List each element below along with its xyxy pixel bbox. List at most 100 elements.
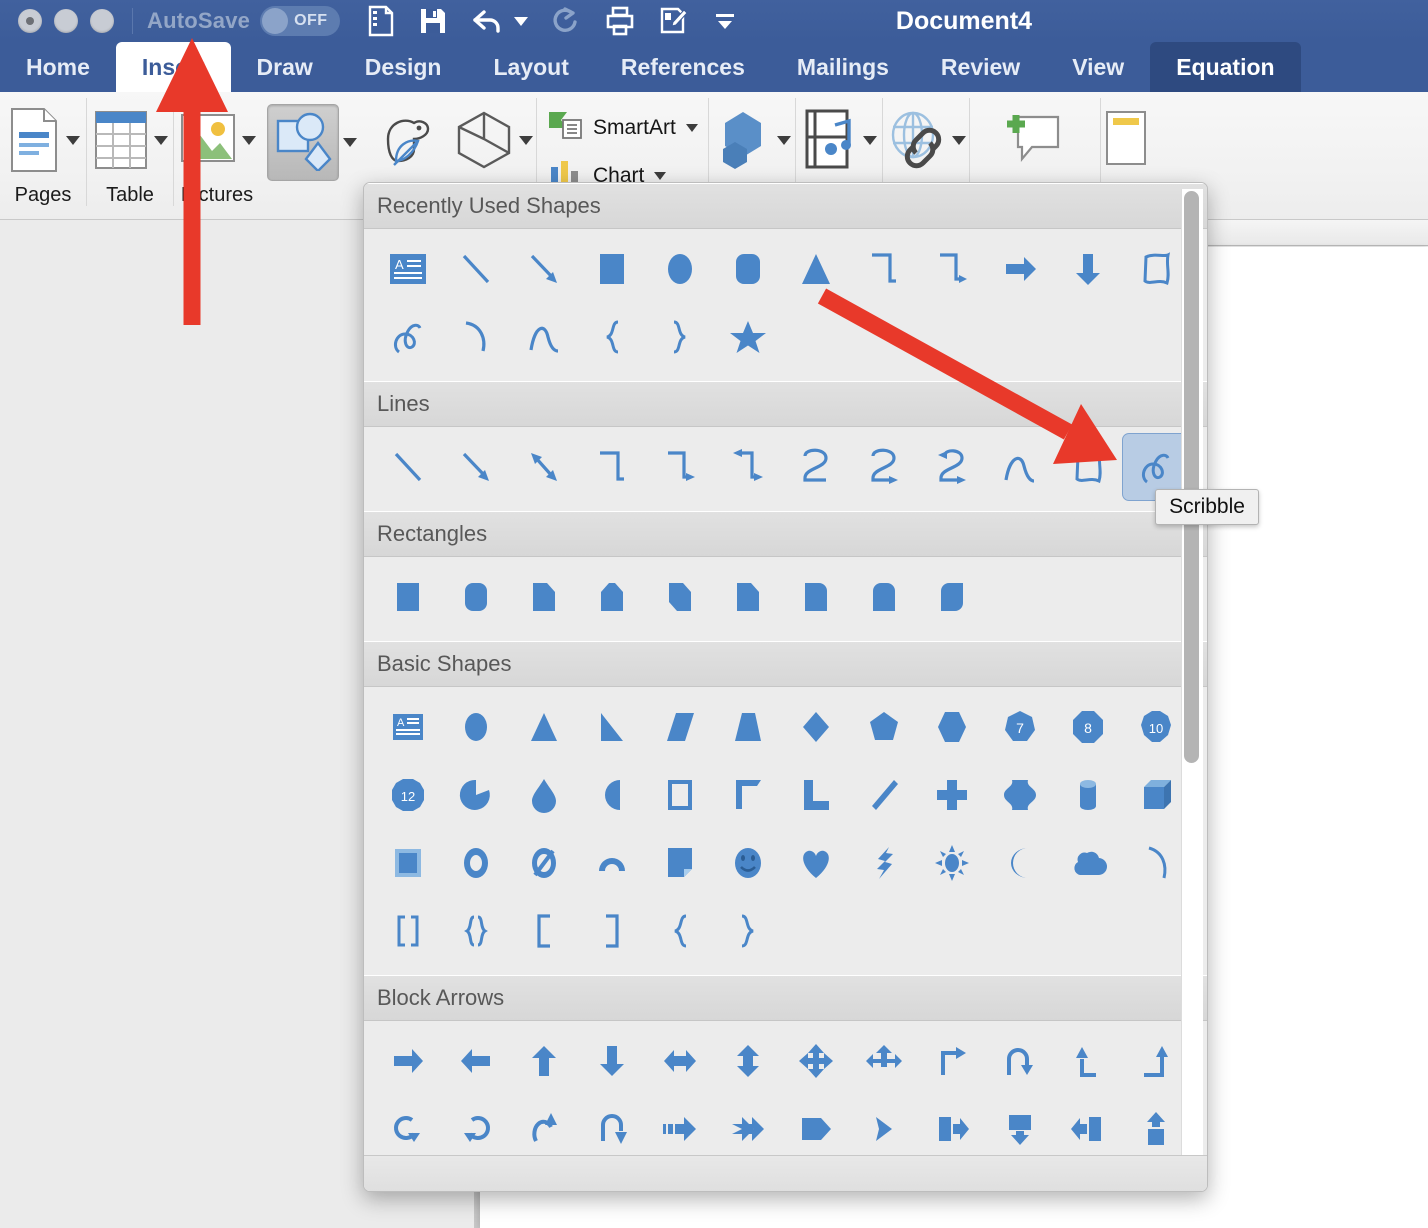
shape-cross[interactable] — [918, 761, 986, 829]
shape-left-brace[interactable] — [578, 303, 646, 371]
shape-bent-arrow-up[interactable] — [918, 1027, 986, 1095]
shape-hexagon[interactable] — [918, 693, 986, 761]
shape-pentagon[interactable] — [850, 693, 918, 761]
pages-dropdown-caret[interactable] — [66, 135, 80, 145]
shape-pie[interactable] — [442, 761, 510, 829]
panel-scrollbar-thumb[interactable] — [1184, 191, 1199, 763]
shape-donut[interactable] — [442, 829, 510, 897]
shape-freeform[interactable] — [1054, 433, 1122, 501]
tab-design[interactable]: Design — [339, 42, 468, 92]
shape-right-brace[interactable] — [714, 897, 782, 965]
markup-icon[interactable] — [658, 5, 690, 37]
undo-dropdown-caret[interactable] — [514, 16, 529, 26]
shape-curved-left-arrow[interactable] — [442, 1095, 510, 1163]
shape-left-right-arrow[interactable] — [646, 1027, 714, 1095]
shape-round-diagonal-corner-rectangle[interactable] — [918, 563, 986, 631]
shape-curved-up-arrow[interactable] — [510, 1095, 578, 1163]
shape-snip-same-side-corner-rectangle[interactable] — [578, 563, 646, 631]
shape-decagon[interactable]: 10 — [1122, 693, 1190, 761]
shape-regular-pentagon-star[interactable] — [986, 761, 1054, 829]
shape-connector-curved[interactable] — [782, 433, 850, 501]
shape-connector-elbow-double-arrow[interactable] — [714, 433, 782, 501]
shape-connector-elbow-arrow[interactable] — [646, 433, 714, 501]
autosave-control[interactable]: AutoSave OFF — [147, 6, 341, 36]
sidebar-toggle-icon[interactable] — [366, 5, 396, 37]
shape-down-arrow[interactable] — [578, 1027, 646, 1095]
shape-left-arrow-callout[interactable] — [1054, 1095, 1122, 1163]
shape-left-up-arrow[interactable] — [1054, 1027, 1122, 1095]
close-button[interactable] — [18, 9, 42, 33]
shape-u-turn-arrow[interactable] — [986, 1027, 1054, 1095]
shape-rectangle[interactable] — [578, 235, 646, 303]
shape-sun[interactable] — [918, 829, 986, 897]
shape-up-arrow[interactable] — [510, 1027, 578, 1095]
shape-text-box[interactable]: A — [374, 235, 442, 303]
autosave-toggle[interactable]: OFF — [260, 6, 341, 36]
shape-snip-single-corner-rectangle[interactable] — [510, 563, 578, 631]
shape-diamond[interactable] — [782, 693, 850, 761]
save-icon[interactable] — [418, 6, 448, 36]
tab-review[interactable]: Review — [915, 42, 1046, 92]
shape-block-arc[interactable] — [578, 829, 646, 897]
shape-cloud[interactable] — [1054, 829, 1122, 897]
shape-line-arrow[interactable] — [510, 235, 578, 303]
shape-parallelogram[interactable] — [646, 693, 714, 761]
shape-snip-diagonal-corner-rectangle[interactable] — [646, 563, 714, 631]
shape-isosceles-triangle[interactable] — [510, 693, 578, 761]
shape-moon[interactable] — [986, 829, 1054, 897]
shape-line[interactable] — [442, 235, 510, 303]
tab-equation[interactable]: Equation — [1150, 42, 1301, 92]
shape-text-box[interactable]: A — [374, 693, 442, 761]
shape-lightning-bolt[interactable] — [850, 829, 918, 897]
shape-left-right-brace[interactable] — [442, 897, 510, 965]
shape-heptagon[interactable]: 7 — [986, 693, 1054, 761]
pictures-dropdown-caret[interactable] — [242, 135, 256, 145]
shape-bent-up-arrow[interactable] — [1122, 1027, 1190, 1095]
shape-tee-arrow[interactable] — [850, 1027, 918, 1095]
shape-smiley-face[interactable] — [714, 829, 782, 897]
shape-left-brace[interactable] — [646, 897, 714, 965]
shape-arc[interactable] — [442, 303, 510, 371]
tab-home[interactable]: Home — [0, 42, 116, 92]
table-dropdown-caret[interactable] — [154, 135, 168, 145]
shape-arc[interactable] — [986, 433, 1054, 501]
shape-arc-shape[interactable] — [1122, 829, 1190, 897]
shape-left-bracket[interactable] — [510, 897, 578, 965]
shape-heart[interactable] — [782, 829, 850, 897]
shape-down-arrow-callout[interactable] — [986, 1095, 1054, 1163]
shape-right-arrow-callout[interactable] — [918, 1095, 986, 1163]
shape-chevron[interactable] — [850, 1095, 918, 1163]
zoom-button[interactable] — [90, 9, 114, 33]
tab-layout[interactable]: Layout — [467, 42, 594, 92]
shape-up-arrow-callout[interactable] — [1122, 1095, 1190, 1163]
shape-l-shape-corner[interactable] — [714, 761, 782, 829]
shape-curve[interactable] — [510, 303, 578, 371]
shape-scribble[interactable] — [374, 303, 442, 371]
shape-frame[interactable] — [646, 761, 714, 829]
shape-line-arrow[interactable] — [442, 433, 510, 501]
shape-octagon[interactable]: 8 — [1054, 693, 1122, 761]
shape-no-symbol[interactable] — [510, 829, 578, 897]
shape-rectangle[interactable] — [374, 563, 442, 631]
shape-right-arrow[interactable] — [986, 235, 1054, 303]
shape-l-shape[interactable] — [782, 761, 850, 829]
shape-isosceles-triangle[interactable] — [782, 235, 850, 303]
shape-connector-curved-double-arrow[interactable] — [918, 433, 986, 501]
shape-four-way-arrow[interactable] — [782, 1027, 850, 1095]
shape-right-bracket[interactable] — [578, 897, 646, 965]
shape-round-single-corner-rectangle[interactable] — [782, 563, 850, 631]
shape-5-point-star[interactable] — [714, 303, 782, 371]
shape-line[interactable] — [374, 433, 442, 501]
ribbon-button-pictures[interactable]: Pictures — [174, 92, 260, 214]
ribbon-button-smartart[interactable]: SmartArt — [547, 108, 698, 147]
minimize-button[interactable] — [54, 9, 78, 33]
shapes-icon[interactable] — [267, 103, 339, 181]
smartart-dropdown-caret[interactable] — [685, 123, 698, 132]
shape-right-triangle[interactable] — [578, 693, 646, 761]
shape-curved-right-arrow[interactable] — [374, 1095, 442, 1163]
tab-insert[interactable]: Insert — [115, 42, 231, 92]
tab-mailings[interactable]: Mailings — [771, 42, 915, 92]
shape-connector-elbow-arrow[interactable] — [918, 235, 986, 303]
shape-cylinder[interactable] — [1054, 761, 1122, 829]
link-dropdown-caret[interactable] — [951, 135, 966, 145]
